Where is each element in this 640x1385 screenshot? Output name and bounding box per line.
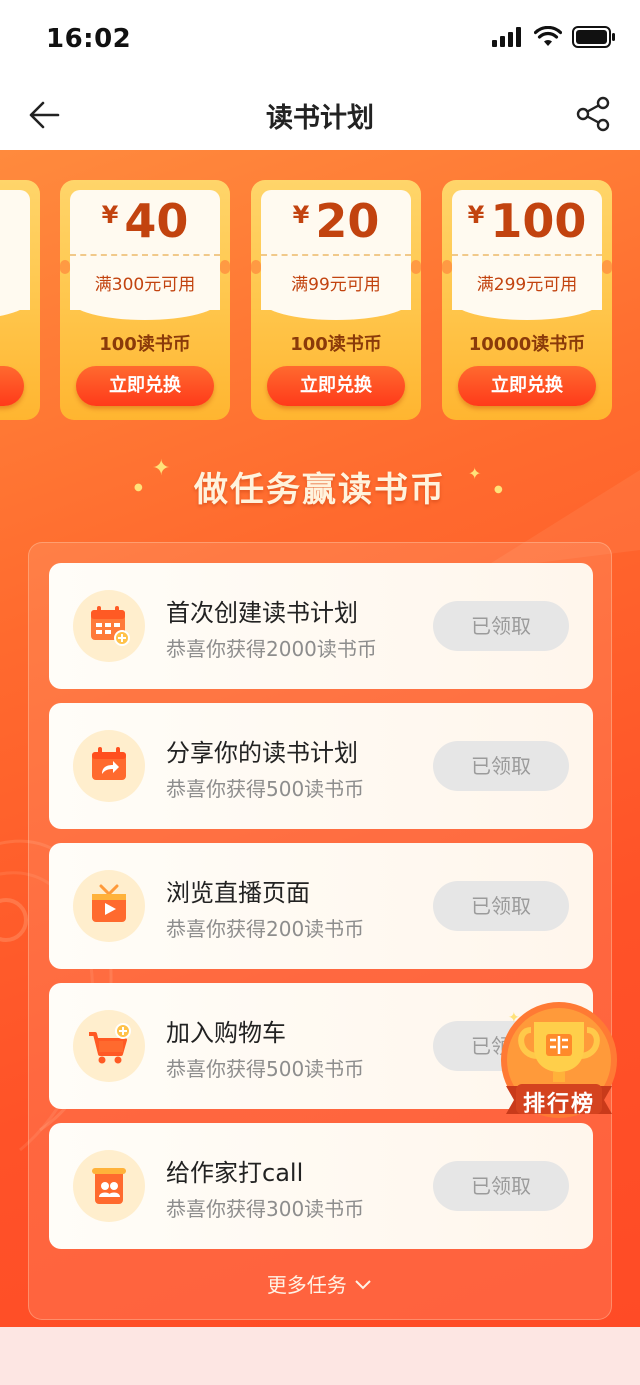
coupon-amount: ¥40 [60, 194, 230, 248]
coupon-cost: 10000读书币 [468, 334, 586, 355]
claimed-button[interactable]: 已领取 [433, 1161, 569, 1211]
main-content: ¥40 满300元可用 100读书币 立即兑换 ¥20 满99元可用 100读书… [0, 150, 640, 1327]
coupon-currency: ¥ [101, 201, 119, 229]
bottom-area [0, 1327, 640, 1385]
coupon-divider [70, 254, 220, 256]
coupon-top [0, 190, 30, 320]
status-bar: 16:02 [0, 0, 640, 78]
task-card: 首次创建读书计划 恭喜你获得2000读书币 已领取 [49, 563, 593, 689]
coupon-card: ¥40 满300元可用 100读书币 立即兑换 [60, 180, 230, 420]
coupon-condition: 满99元可用 [291, 275, 381, 295]
redeem-button[interactable]: 立即兑换 [458, 366, 596, 406]
task-icon [73, 870, 145, 942]
coupon-card-partial [0, 180, 40, 420]
task-title: 给作家打call [166, 1159, 304, 1187]
share-icon[interactable] [574, 94, 614, 134]
redeem-button[interactable]: 立即兑换 [267, 366, 405, 406]
wifi-icon [534, 26, 562, 46]
coupon-amount: ¥100 [442, 194, 612, 248]
task-icon [73, 730, 145, 802]
leaderboard-button[interactable]: ✦ 排行榜 [498, 1000, 620, 1122]
coupon-value: 40 [124, 194, 189, 248]
status-time: 16:02 [46, 24, 132, 54]
coupon-currency: ¥ [292, 201, 310, 229]
status-icons [492, 26, 616, 48]
task-reward: 恭喜你获得500读书币 [166, 1057, 365, 1081]
claimed-button[interactable]: 已领取 [433, 741, 569, 791]
coupon-divider [452, 254, 602, 256]
coupon-condition: 满300元可用 [94, 275, 196, 295]
task-icon [73, 1150, 145, 1222]
claimed-button[interactable]: 已领取 [433, 881, 569, 931]
coupon-card: ¥100 满299元可用 10000读书币 立即兑换 [442, 180, 612, 420]
leaderboard-label: 排行榜 [522, 1092, 595, 1117]
coupon-cost: 100读书币 [99, 334, 191, 355]
coupon-amount: ¥20 [251, 194, 421, 248]
task-icon [73, 1010, 145, 1082]
nav-bar: 读书计划 [0, 78, 640, 150]
task-title: 首次创建读书计划 [166, 599, 358, 627]
page-title: 读书计划 [266, 103, 374, 134]
more-tasks-label: 更多任务 [266, 1273, 347, 1297]
task-title: 加入购物车 [166, 1019, 286, 1047]
claimed-button[interactable]: 已领取 [433, 601, 569, 651]
tv-play-icon [92, 884, 126, 922]
task-card: 浏览直播页面 恭喜你获得200读书币 已领取 [49, 843, 593, 969]
writer-call-icon [92, 1168, 126, 1204]
coupon-cost: 100读书币 [290, 334, 382, 355]
calendar-add-icon [91, 606, 130, 646]
redeem-button[interactable]: 立即兑换 [76, 366, 214, 406]
cart-add-icon [89, 1023, 131, 1064]
coupon-card: ¥20 满99元可用 100读书币 立即兑换 [251, 180, 421, 420]
coupon-condition: 满299元可用 [476, 275, 578, 295]
more-tasks-link[interactable]: 更多任务 [29, 1269, 611, 1298]
sparkle-icon: ✦ [508, 1010, 520, 1026]
battery-icon [572, 26, 615, 48]
cellular-signal-icon [492, 27, 521, 47]
task-card: 分享你的读书计划 恭喜你获得500读书币 已领取 [49, 703, 593, 829]
task-title: 浏览直播页面 [166, 879, 310, 907]
task-reward: 恭喜你获得2000读书币 [166, 637, 377, 661]
task-card: 给作家打call 恭喜你获得300读书币 已领取 [49, 1123, 593, 1249]
chevron-down-icon [355, 1280, 371, 1290]
task-title: 分享你的读书计划 [166, 739, 358, 767]
task-panel: 首次创建读书计划 恭喜你获得2000读书币 已领取 分享你的读书计划 恭喜你获得… [28, 542, 612, 1320]
share-calendar-icon [92, 747, 126, 780]
task-reward: 恭喜你获得200读书币 [166, 917, 365, 941]
task-icon [73, 590, 145, 662]
coupon-currency: ¥ [467, 201, 485, 229]
coupon-divider [261, 254, 411, 256]
task-reward: 恭喜你获得300读书币 [166, 1197, 365, 1221]
coupon-value: 20 [315, 194, 380, 248]
task-reward: 恭喜你获得500读书币 [166, 777, 365, 801]
section-title: 做任务赢读书币 [194, 470, 446, 510]
coupon-value: 100 [490, 194, 587, 248]
coupon-redeem-button[interactable] [0, 366, 24, 406]
